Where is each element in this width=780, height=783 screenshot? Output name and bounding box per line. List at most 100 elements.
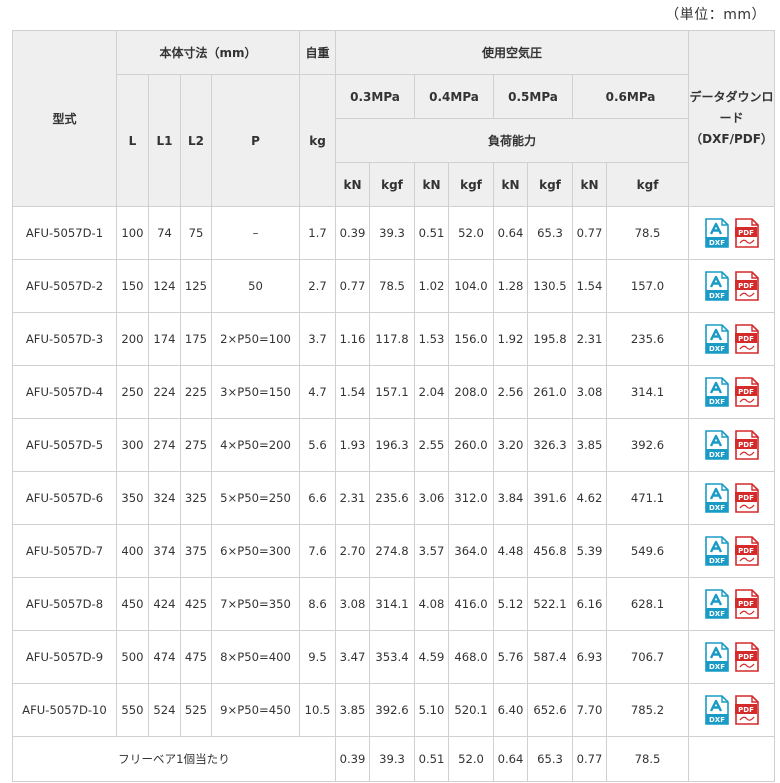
header-kN: kN: [414, 162, 450, 207]
cell-kN03: 0.39: [335, 736, 371, 782]
cell-L: 500: [116, 630, 149, 684]
dxf-icon-label: DXF: [709, 610, 725, 618]
table-row: AFU-5057D-3 200 174 175 2×P50=100 3.7 1.16 117.…: [12, 312, 776, 366]
cell-kN06: 6.93: [572, 630, 608, 684]
pdf-download-button[interactable]: PDF: [734, 430, 759, 460]
dxf-file-icon: DXF: [704, 536, 729, 566]
cell-L2: 75: [180, 206, 212, 260]
cell-L2: 225: [180, 365, 212, 419]
header-kgf: kgf: [606, 162, 690, 207]
cell-kgf03: 314.1: [369, 577, 416, 631]
pdf-download-button[interactable]: PDF: [734, 483, 759, 513]
pdf-icon-label: PDF: [738, 441, 754, 449]
dxf-download-button[interactable]: DXF: [704, 695, 729, 725]
table-row: AFU-5057D-10 550 524 525 9×P50=450 10.5 3.85 39…: [12, 683, 776, 737]
cell-kgf04: 416.0: [448, 577, 495, 631]
cell-P: 3×P50=150: [210, 365, 301, 419]
header-kN: kN: [572, 162, 608, 207]
cell-kN06: 7.70: [572, 683, 608, 737]
cell-kg: 5.6: [299, 418, 337, 472]
pdf-download-button[interactable]: PDF: [734, 695, 759, 725]
cell-kgf04: 208.0: [448, 365, 495, 419]
dxf-icon-label: DXF: [709, 398, 725, 406]
table-row: AFU-5057D-6 350 324 325 5×P50=250 6.6 2.31 235.…: [12, 471, 776, 525]
pdf-file-icon: PDF: [734, 536, 759, 566]
cell-kN06: 2.31: [572, 312, 608, 366]
cell-kg: 8.6: [299, 577, 337, 631]
dxf-download-button[interactable]: DXF: [704, 483, 729, 513]
cell-kgf05: 456.8: [527, 524, 574, 578]
cell-kgf03: 392.6: [369, 683, 416, 737]
header-p06: 0.6MPa: [572, 74, 690, 119]
cell-kN06: 0.77: [572, 736, 608, 782]
cell-L1: 124: [148, 259, 181, 313]
cell-kgf06: 549.6: [606, 524, 690, 578]
cell-L: 250: [116, 365, 149, 419]
dxf-download-button[interactable]: DXF: [704, 324, 729, 354]
cell-kN05: 1.92: [493, 312, 529, 366]
cell-L: 300: [116, 418, 149, 472]
dxf-download-button[interactable]: DXF: [704, 430, 729, 460]
pdf-download-button[interactable]: PDF: [734, 271, 759, 301]
dxf-download-button[interactable]: DXF: [704, 271, 729, 301]
dxf-download-button[interactable]: DXF: [704, 642, 729, 672]
cell-kN05: 2.56: [493, 365, 529, 419]
cell-kgf04: 104.0: [448, 259, 495, 313]
table-row: AFU-5057D-1 100 74 75–1.7 0.39 39.3 0.51 52.0 0.…: [12, 206, 776, 260]
dxf-download-button[interactable]: DXF: [704, 218, 729, 248]
cell-kgf06: 78.5: [606, 206, 690, 260]
cell-kN03: 0.77: [335, 259, 371, 313]
download-cell: DXF PDF: [688, 471, 776, 525]
cell-kN06: 3.85: [572, 418, 608, 472]
dxf-download-button[interactable]: DXF: [704, 589, 729, 619]
cell-kN05: 6.40: [493, 683, 529, 737]
cell-kN03: 3.85: [335, 683, 371, 737]
header-weight: 自重: [299, 30, 337, 75]
cell-kN03: 1.16: [335, 312, 371, 366]
cell-kN04: 2.55: [414, 418, 450, 472]
dxf-file-icon: DXF: [704, 483, 729, 513]
cell-kN05: 0.64: [493, 206, 529, 260]
dxf-download-button[interactable]: DXF: [704, 536, 729, 566]
cell-P: 8×P50=400: [210, 630, 301, 684]
cell-kN03: 3.08: [335, 577, 371, 631]
header-kN: kN: [493, 162, 529, 207]
cell-kgf06: 706.7: [606, 630, 690, 684]
download-cell: DXF PDF: [688, 683, 776, 737]
cell-kN05: 4.48: [493, 524, 529, 578]
cell-P: –: [210, 206, 301, 260]
pdf-download-button[interactable]: PDF: [734, 589, 759, 619]
pdf-download-button[interactable]: PDF: [734, 218, 759, 248]
header-L1: L1: [148, 74, 181, 207]
cell-L2: 425: [180, 577, 212, 631]
pdf-download-button[interactable]: PDF: [734, 642, 759, 672]
download-cell: DXF PDF: [688, 312, 776, 366]
cell-kN05: 1.28: [493, 259, 529, 313]
header-P: P: [210, 74, 301, 207]
cell-kgf06: 392.6: [606, 418, 690, 472]
cell-kg: 4.7: [299, 365, 337, 419]
header-p03: 0.3MPa: [335, 74, 416, 119]
cell-model: AFU-5057D-3: [12, 312, 117, 366]
cell-kN06: 1.54: [572, 259, 608, 313]
pdf-download-button[interactable]: PDF: [734, 377, 759, 407]
cell-model: AFU-5057D-4: [12, 365, 117, 419]
cell-P: 7×P50=350: [210, 577, 301, 631]
dxf-icon-label: DXF: [709, 451, 725, 459]
cell-kN06: 3.08: [572, 365, 608, 419]
pdf-file-icon: PDF: [734, 218, 759, 248]
header-capacity: 負荷能力: [335, 118, 690, 163]
pdf-download-button[interactable]: PDF: [734, 324, 759, 354]
cell-kgf03: 39.3: [369, 736, 416, 782]
table-row: AFU-5057D-4 250 224 225 3×P50=150 4.7 1.54 157.…: [12, 365, 776, 419]
cell-kN04: 0.51: [414, 206, 450, 260]
cell-model: AFU-5057D-6: [12, 471, 117, 525]
download-cell: DXF PDF: [688, 630, 776, 684]
cell-L2: 375: [180, 524, 212, 578]
cell-L: 450: [116, 577, 149, 631]
cell-kN03: 0.39: [335, 206, 371, 260]
dxf-download-button[interactable]: DXF: [704, 377, 729, 407]
pdf-file-icon: PDF: [734, 695, 759, 725]
pdf-download-button[interactable]: PDF: [734, 536, 759, 566]
unit-note: （単位：mm）: [665, 7, 766, 23]
